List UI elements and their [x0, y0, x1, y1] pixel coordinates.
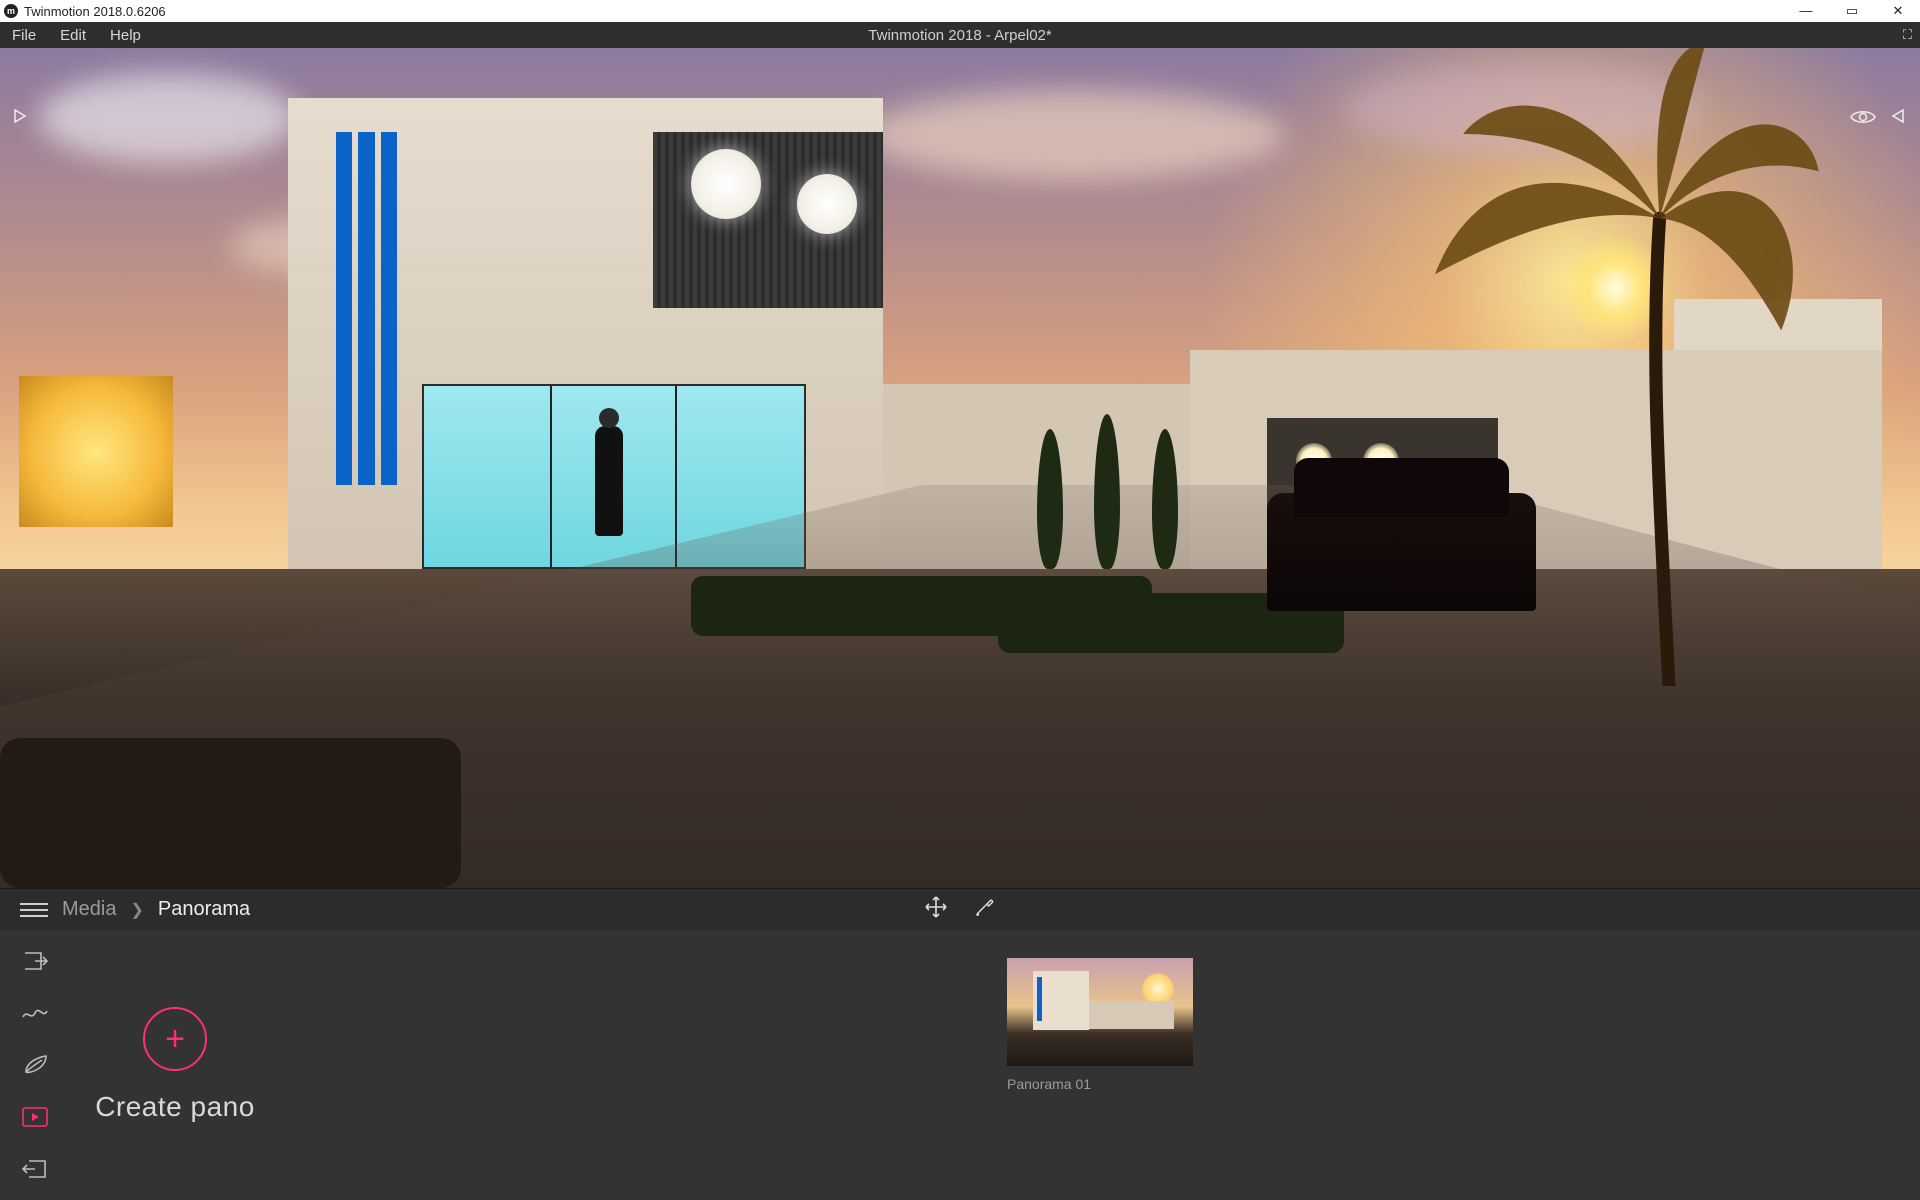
render-hedge	[0, 738, 461, 888]
render-sun	[1560, 233, 1670, 343]
pano-item[interactable]: Panorama 01	[1007, 958, 1193, 1092]
render-window	[19, 376, 173, 527]
menu-edit[interactable]: Edit	[48, 22, 98, 48]
render-window	[797, 174, 857, 234]
render-cloud	[38, 73, 298, 163]
chevron-right-icon: ❯	[130, 900, 143, 920]
create-pano-area: + Create pano	[70, 930, 280, 1200]
viewport-3d[interactable]	[0, 48, 1920, 888]
render-decor	[336, 132, 397, 485]
leaf-icon[interactable]	[20, 1052, 50, 1078]
os-titlebar: m Twinmotion 2018.0.6206 — ▭ ✕	[0, 0, 1920, 22]
render-window	[691, 149, 761, 219]
create-pano-button[interactable]: +	[143, 1007, 207, 1071]
render-character	[595, 426, 623, 536]
render-car	[1267, 493, 1536, 611]
fullscreen-icon[interactable]: ⛶	[1903, 27, 1912, 43]
dock-rail	[0, 930, 70, 1200]
menu-file[interactable]: File	[0, 22, 48, 48]
app-title: Twinmotion 2018.0.6206	[24, 4, 166, 19]
app-menubar: File Edit Help Twinmotion 2018 - Arpel02…	[0, 22, 1920, 48]
breadcrumb-root[interactable]: Media	[62, 898, 116, 921]
eye-icon[interactable]	[1850, 108, 1876, 131]
move-icon[interactable]	[924, 895, 948, 925]
media-icon[interactable]	[20, 1104, 50, 1130]
render-cloud	[864, 90, 1284, 180]
eyedropper-icon[interactable]	[974, 895, 996, 925]
hamburger-icon[interactable]	[20, 899, 48, 921]
back-triangle-icon[interactable]	[1890, 108, 1906, 129]
window-minimize-button[interactable]: —	[1788, 3, 1824, 19]
pano-list: Panorama 01	[280, 930, 1920, 1200]
breadcrumb-bar: Media ❯ Panorama	[0, 888, 1920, 930]
bottom-dock: + Create pano Panorama 01	[0, 930, 1920, 1200]
pano-item-label: Panorama 01	[1007, 1076, 1193, 1092]
create-pano-label: Create pano	[95, 1091, 255, 1123]
export-icon[interactable]	[20, 1156, 50, 1182]
pano-thumbnail	[1007, 958, 1193, 1066]
terrain-icon[interactable]	[20, 1000, 50, 1026]
document-title: Twinmotion 2018 - Arpel02*	[868, 27, 1051, 44]
menu-help[interactable]: Help	[98, 22, 153, 48]
import-icon[interactable]	[20, 948, 50, 974]
breadcrumb-current: Panorama	[158, 898, 250, 921]
window-close-button[interactable]: ✕	[1880, 3, 1916, 19]
render-cloud	[1344, 65, 1704, 155]
app-logo-icon: m	[4, 4, 18, 18]
play-icon[interactable]	[12, 108, 28, 129]
window-maximize-button[interactable]: ▭	[1834, 3, 1870, 19]
